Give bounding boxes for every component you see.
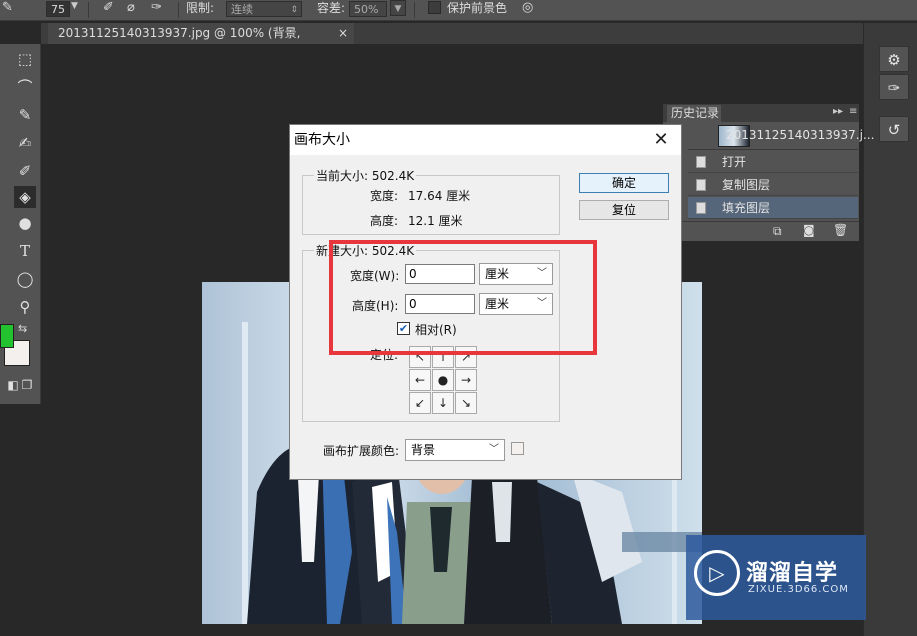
history-state-icon <box>696 202 706 214</box>
extension-color-label: 画布扩展颜色: <box>323 444 400 458</box>
panel-menu-icon[interactable]: ≡ <box>849 106 857 117</box>
protect-foreground-label: 保护前景色 <box>447 1 508 15</box>
paint-bucket-tool-icon[interactable]: ◈ <box>14 186 36 208</box>
trash-icon[interactable]: 🗑 <box>833 223 848 237</box>
document-tab[interactable]: 20131125140313937.jpg @ 100% (背景, RGB/8#… <box>48 23 354 61</box>
history-item-label: 复制图层 <box>722 178 771 192</box>
watermark-url: ZIXUE.3D66.COM <box>748 584 849 595</box>
anchor-center[interactable]: ● <box>432 369 454 391</box>
new-document-from-state-icon[interactable]: ⧉ <box>773 224 782 239</box>
brush-panel-icon[interactable]: ✑ <box>879 74 909 100</box>
current-width-label: 宽度: <box>370 189 399 203</box>
close-tab-icon[interactable]: × <box>338 23 348 44</box>
watermark-title: 溜溜自学 <box>746 561 839 586</box>
protect-foreground-checkbox[interactable] <box>428 1 441 14</box>
dialog-title-bar: 画布大小 <box>290 125 681 155</box>
history-panel-icon[interactable]: ↺ <box>879 116 909 142</box>
anchor-right[interactable]: → <box>455 369 477 391</box>
type-tool-icon[interactable]: T <box>14 240 36 262</box>
anchor-bottom[interactable]: ↓ <box>432 392 454 414</box>
camera-icon[interactable]: ◙ <box>803 223 815 237</box>
tools-panel: ⬚ ⌒ ✎ ✍ ✐ ◈ ● T ◯ ⚲ ⇆ ◧ ❐ <box>0 44 41 404</box>
dodge-tool-icon[interactable]: ● <box>14 212 36 234</box>
ellipse-tool-icon[interactable]: ◯ <box>14 268 36 290</box>
brush-tool-icon[interactable]: ✍ <box>14 132 36 154</box>
history-panel-footer: ⧉ ◙ 🗑 <box>663 221 859 241</box>
anchor-bottom-right[interactable]: ↘ <box>455 392 477 414</box>
zoom-tool-icon[interactable]: ⚲ <box>14 296 36 318</box>
adjust-panel-icon[interactable]: ⚙ <box>879 46 909 72</box>
current-size-legend: 当前大小: 502.4K <box>314 167 417 184</box>
tolerance-dropdown-icon[interactable]: ▼ <box>390 0 406 16</box>
marquee-tool-icon[interactable]: ⬚ <box>14 48 36 70</box>
collapsed-panels-strip <box>863 23 917 636</box>
eyedropper-tool-icon[interactable]: ✎ <box>14 104 36 126</box>
history-snapshot[interactable]: 20131125140313937.j... <box>688 122 874 150</box>
tolerance-field[interactable]: 50% <box>349 1 387 17</box>
extension-color-value: 背景 <box>411 443 436 457</box>
extension-color-swatch[interactable] <box>511 442 524 455</box>
tolerance-label: 容差: <box>317 1 346 15</box>
brush-size-dropdown-icon[interactable]: ▼ <box>71 1 78 11</box>
anchor-bottom-left[interactable]: ↙ <box>409 392 431 414</box>
brush-preset-icon[interactable]: ✎ <box>2 0 13 15</box>
swap-colors-icon[interactable]: ⇆ <box>18 322 27 335</box>
highlight-annotation-box <box>329 240 597 355</box>
current-height-value: 12.1 厘米 <box>408 214 463 228</box>
chevron-down-icon: ﹀ <box>489 444 499 455</box>
lasso-tool-icon[interactable]: ⌒ <box>14 76 36 98</box>
history-item-selected[interactable]: 填充图层 <box>688 197 858 219</box>
airbrush-icon[interactable]: ⌀ <box>127 0 135 15</box>
history-tab[interactable]: 历史记录 <box>667 105 721 122</box>
history-item-label: 填充图层 <box>722 201 771 215</box>
limit-select-value: 连续 <box>231 3 253 16</box>
snapshot-label: 20131125140313937.j... <box>726 128 875 142</box>
collapse-panel-icon[interactable]: ▸▸ <box>833 106 843 117</box>
brush-size-field[interactable]: 75 <box>46 1 70 17</box>
history-state-icon <box>696 179 706 191</box>
dialog-title: 画布大小 <box>294 132 350 148</box>
anchor-left[interactable]: ← <box>409 369 431 391</box>
foreground-color-swatch[interactable] <box>0 324 14 348</box>
close-icon[interactable]: ✕ <box>650 129 672 151</box>
options-bar: ✎ 75 ▼ ✐ ⌀ ✑ 限制: 连续 ⇕ 容差: 50% ▼ 保护前景色 ◎ <box>0 0 917 21</box>
ok-button[interactable]: 确定 <box>579 173 669 193</box>
history-item[interactable]: 打开 <box>688 151 858 173</box>
current-height-label: 高度: <box>370 214 399 228</box>
chevron-updown-icon: ⇕ <box>290 5 298 15</box>
limit-label: 限制: <box>186 1 215 15</box>
history-brush-tool-icon[interactable]: ✐ <box>14 160 36 182</box>
extension-color-select[interactable]: 背景 ﹀ <box>405 439 505 461</box>
reset-button[interactable]: 复位 <box>579 200 669 220</box>
current-width-value: 17.64 厘米 <box>408 189 471 203</box>
history-state-icon <box>696 156 706 168</box>
limit-select[interactable]: 连续 ⇕ <box>226 1 302 17</box>
history-item-label: 打开 <box>722 155 747 169</box>
screen-mode-icon[interactable]: ❐ <box>16 374 38 396</box>
anchor-grid: ↖ ↑ ↗ ← ● → ↙ ↓ ↘ <box>409 346 477 414</box>
history-item[interactable]: 复制图层 <box>688 174 858 196</box>
pressure-icon[interactable]: ✑ <box>151 0 162 15</box>
play-logo-icon: ▷ <box>694 550 740 596</box>
brush-mode-icon[interactable]: ✐ <box>103 0 114 15</box>
tablet-pressure-icon[interactable]: ◎ <box>522 0 533 15</box>
